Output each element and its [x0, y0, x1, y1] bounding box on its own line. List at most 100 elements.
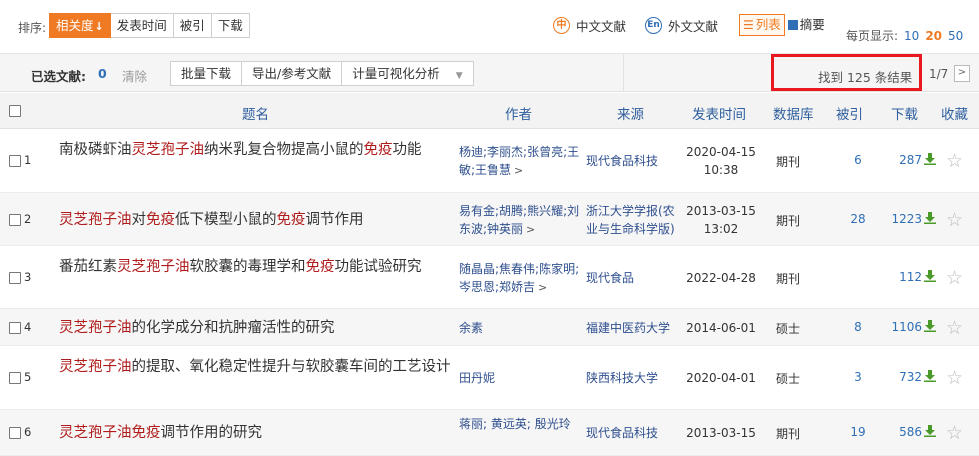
authors-link[interactable]: 田丹妮 [459, 369, 580, 387]
cited-count[interactable]: 3 [838, 370, 878, 384]
view-abstract-button[interactable]: 摘要 [785, 14, 828, 36]
row-checkbox[interactable] [9, 213, 21, 226]
title-text: 调节作用的研究 [160, 425, 263, 441]
visual-analysis-dropdown[interactable]: 计量可视化分析 ▼ [342, 61, 474, 86]
authors-link[interactable]: 易有金;胡腾;熊兴耀;刘东波;钟英丽 > [459, 202, 580, 239]
source-link[interactable]: 陕西科技大学 [586, 369, 681, 387]
source-link[interactable]: 福建中医药大学 [586, 319, 681, 337]
download-arrow-icon[interactable] [924, 370, 936, 382]
authors-link[interactable]: 杨迪;李丽杰;张曾亮;王敏;王鲁慧 > [459, 143, 580, 180]
table-row: 4 灵芝孢子油的化学成分和抗肿瘤活性的研究 余素 福建中医药大学 2014-06-01 硕… [0, 309, 979, 346]
cited-count[interactable]: 19 [838, 425, 878, 439]
sort-options: 相关度↓ 发表时间 被引 下载 [49, 13, 250, 38]
cited-count[interactable]: 6 [838, 153, 878, 167]
source-link[interactable]: 现代食品科技 [586, 152, 681, 170]
download-count-text: 1106 [891, 319, 922, 334]
col-author[interactable]: 作者 [505, 103, 532, 123]
row-number: 3 [24, 269, 32, 284]
star-icon[interactable]: ☆ [946, 368, 963, 388]
sort-cited-button[interactable]: 被引 [173, 13, 212, 38]
star-icon[interactable]: ☆ [946, 318, 963, 338]
col-database[interactable]: 数据库 [773, 103, 814, 123]
select-all-checkbox[interactable] [9, 105, 21, 117]
sort-download-button[interactable]: 下载 [211, 13, 250, 38]
title-text: 软胶囊的毒理学和 [189, 258, 306, 275]
authors-link[interactable]: 蒋丽; 黄远英; 殷光玲 [459, 415, 580, 433]
result-title-link[interactable]: 番茄红素灵芝孢子油软胶囊的毒理学和免疫功能试验研究 [59, 256, 451, 278]
download-arrow-icon[interactable] [924, 153, 936, 165]
title-text: 低下模型小鼠的 [175, 211, 277, 228]
title-keyword-highlight: 灵芝孢子油 [131, 142, 205, 158]
database-type: 期刊 [775, 155, 800, 169]
sort-relevance-label: 相关度 [56, 18, 94, 33]
view-toggle: ☰ 列表 摘要 [739, 14, 828, 36]
row-checkbox[interactable] [9, 427, 21, 439]
download-arrow-icon[interactable] [924, 269, 936, 282]
col-favorite[interactable]: 收藏 [941, 103, 968, 123]
source-link[interactable]: 现代食品 [586, 269, 681, 287]
result-title-link[interactable]: 灵芝孢子油的提取、氧化稳定性提升与软胶囊车间的工艺设计 [59, 356, 451, 378]
publish-date-text: 2022-04-28 [686, 270, 756, 285]
cited-count[interactable]: 28 [838, 212, 878, 226]
star-icon[interactable]: ☆ [946, 268, 963, 288]
download-count[interactable]: 586 [882, 424, 936, 439]
tab-foreign-literature[interactable]: En 外文文献 [645, 14, 718, 36]
publish-date: 2013-03-15 [683, 424, 759, 442]
download-count[interactable]: 732 [882, 369, 936, 384]
download-count[interactable]: 1106 [882, 319, 936, 334]
abstract-icon [787, 20, 798, 30]
row-checkbox[interactable] [9, 155, 21, 167]
row-checkbox[interactable] [9, 271, 21, 284]
result-title-link[interactable]: 南极磷虾油灵芝孢子油纳米乳复合物提高小鼠的免疫功能 [59, 139, 451, 161]
view-list-button[interactable]: ☰ 列表 [739, 14, 785, 36]
result-title-link[interactable]: 灵芝孢子油的化学成分和抗肿瘤活性的研究 [59, 317, 451, 339]
source-link[interactable]: 浙江大学学报(农业与生命科学版) [586, 202, 681, 238]
per-page-20[interactable]: 20 [925, 29, 942, 43]
chevron-right-icon[interactable]: > [514, 162, 523, 180]
sort-date-button[interactable]: 发表时间 [110, 13, 174, 38]
download-count[interactable]: 112 [882, 269, 936, 284]
per-page-10[interactable]: 10 [904, 29, 919, 43]
star-icon[interactable]: ☆ [946, 210, 963, 230]
clear-selection-link[interactable]: 清除 [122, 66, 147, 85]
col-source[interactable]: 来源 [617, 103, 644, 123]
publish-date-text: 2013-03-15 [686, 203, 756, 218]
star-icon[interactable]: ☆ [946, 423, 963, 443]
batch-download-button[interactable]: 批量下载 [170, 61, 243, 86]
title-text: 的提取、氧化稳定性提升与软胶囊车间的工艺设计 [131, 359, 451, 375]
col-title[interactable]: 题名 [242, 103, 269, 123]
sort-relevance-button[interactable]: 相关度↓ [49, 13, 111, 38]
authors-text: 余素 [459, 320, 484, 335]
source-link[interactable]: 现代食品科技 [586, 424, 681, 442]
col-cited[interactable]: 被引 [836, 103, 863, 123]
chevron-right-icon[interactable]: > [538, 279, 547, 297]
col-date[interactable]: 发表时间 [692, 103, 746, 123]
sort-label: 排序: [18, 21, 47, 35]
download-count[interactable]: 287 [882, 152, 936, 167]
download-arrow-icon[interactable] [924, 211, 936, 224]
export-reference-button[interactable]: 导出/参考文献 [242, 61, 343, 86]
download-arrow-icon[interactable] [924, 425, 936, 437]
cited-count[interactable]: 8 [838, 320, 878, 334]
table-header: 题名 作者 来源 发表时间 数据库 被引 下载 收藏 [0, 93, 979, 129]
star-icon[interactable]: ☆ [946, 151, 963, 171]
authors-link[interactable]: 余素 [459, 319, 580, 337]
result-title-link[interactable]: 灵芝孢子油免疫调节作用的研究 [59, 422, 451, 444]
per-page-50[interactable]: 50 [948, 29, 963, 43]
tab-chinese-literature[interactable]: 中 中文文献 [553, 14, 626, 36]
row-checkbox[interactable] [9, 321, 21, 334]
title-text: 纳米乳复合物提高小鼠的 [204, 142, 364, 158]
sort-down-arrow-icon: ↓ [94, 20, 104, 33]
col-download[interactable]: 下载 [891, 103, 918, 123]
divider [623, 54, 624, 92]
download-arrow-icon[interactable] [924, 319, 936, 332]
download-count[interactable]: 1223 [882, 211, 936, 226]
row-number: 6 [24, 425, 32, 439]
result-title-link[interactable]: 灵芝孢子油对免疫低下模型小鼠的免疫调节作用 [59, 209, 451, 231]
title-keyword-highlight: 免疫 [363, 142, 393, 158]
authors-link[interactable]: 随晶晶;焦春伟;陈家明;岑思恩;郑娇吉 > [459, 260, 580, 297]
title-keyword-highlight: 灵芝孢子油 [59, 425, 132, 441]
row-checkbox[interactable] [9, 372, 21, 384]
chevron-right-icon[interactable]: > [526, 221, 535, 239]
next-page-button[interactable]: > [954, 65, 970, 82]
